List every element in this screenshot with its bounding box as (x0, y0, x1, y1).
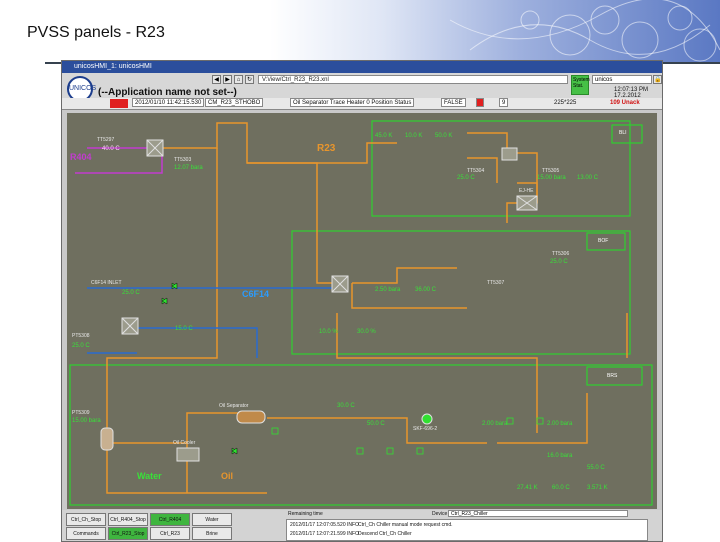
banner-decoration (449, 0, 720, 62)
lock-icon[interactable]: 🔒 (653, 75, 662, 84)
status-state-flag (476, 98, 484, 107)
tag-tt5305[interactable]: TT5305 (542, 168, 559, 174)
alarm-status-bar: 2012/01/10 11:42:15.530 CM_R23_STHOBO Oi… (62, 98, 662, 109)
alarm-indicator[interactable] (110, 99, 128, 108)
low-value-4[interactable]: 30.0 C (337, 403, 355, 409)
value-ejhe-out[interactable]: 13.00 C (577, 175, 598, 181)
c6f14-label: C6F14 (242, 289, 270, 299)
tag-tt5303[interactable]: TT5303 (174, 157, 191, 163)
oil-cooler-label: Oil Cooler (173, 440, 196, 446)
hx-bli-side (501, 147, 518, 161)
log-message: Descend Ctrl_Ch Chiller (358, 531, 412, 537)
forward-icon[interactable]: ▶ (223, 75, 232, 84)
status-device: CM_R23_STHOBO (205, 98, 264, 107)
c6f14-outlet-temp[interactable]: 25.0 C (72, 343, 90, 349)
low-value-6[interactable]: 55.0 C (587, 465, 605, 471)
oil-label: Oil (221, 471, 234, 481)
ctrl-r23-stop-button[interactable]: Ctrl_R23_Stop (108, 527, 148, 540)
status-state: FALSE (441, 98, 466, 107)
system-state-indicator[interactable]: System Stat. (571, 75, 590, 95)
reload-icon[interactable]: ↻ (245, 75, 254, 84)
low-value-3[interactable]: 50.0 C (367, 421, 385, 427)
oil-separator-label: Oil Separator (219, 403, 249, 409)
scada-window: unicosHMI_1: unicosHMI UNICOS (--Applica… (61, 60, 663, 542)
bottom-toolbar: Ctrl_Ch_Stop Ctrl_R404_Stop Ctrl_R404 Wa… (62, 510, 662, 541)
log-time: 2012/01/17 12:07:21.599 INFO (290, 531, 359, 537)
water-button[interactable]: Water (192, 513, 232, 526)
bof-label[interactable]: BOF (598, 238, 608, 244)
status-position: 225*225 (554, 100, 577, 106)
user-field[interactable]: unicos (592, 75, 652, 84)
log-time: 2012/01/17 12:07:05.520 INFO (290, 522, 359, 528)
bli-label[interactable]: BLI (619, 130, 627, 136)
brine-button[interactable]: Brine (192, 527, 232, 540)
unack-alarm-count[interactable]: 109 Unack (610, 98, 640, 109)
ctrl-ch-stop-button[interactable]: Ctrl_Ch_Stop (66, 513, 106, 526)
r23-pressure[interactable]: 12.07 bara (174, 165, 203, 171)
r404-temperature[interactable]: 40.0 C (102, 146, 120, 152)
commands-button[interactable]: Commands (66, 527, 106, 540)
ctrl-r23-button[interactable]: Ctrl_R23 (150, 527, 190, 540)
panel-path-input[interactable]: V:\/iew/Ctrl_R23_R23.xnl (258, 75, 568, 84)
c6f14-inlet-temp[interactable]: 25.0 C (122, 290, 140, 296)
tag-tt5304[interactable]: TT5304 (467, 168, 484, 174)
c6f14-inlet-label: C6F14 INLET (91, 280, 122, 286)
tag-pt5308[interactable]: PT5308 (72, 333, 90, 339)
r23-temp-2[interactable]: 10.0 K (405, 133, 422, 139)
device-label: Device (432, 511, 448, 517)
remaining-time-label: Remaining time (288, 511, 323, 517)
back-icon[interactable]: ◀ (212, 75, 221, 84)
ctrl-r404-button[interactable]: Ctrl_R404 (150, 513, 190, 526)
water-oil-frame (69, 364, 653, 506)
tag-tt5306[interactable]: TT5306 (552, 251, 569, 257)
status-description: Oil Separator Trace Heater 0 Position St… (290, 98, 415, 107)
c6f14-return-temp[interactable]: 15.0 C (175, 326, 193, 332)
ctrl-r404-stop-button[interactable]: Ctrl_R404_Stop (108, 513, 148, 526)
log-row[interactable]: 2012/01/17 12:07:05.520 INFO Ctrl_Ch Chi… (290, 522, 452, 528)
water-inlet-pressure[interactable]: 15.00 bara (72, 418, 101, 424)
tag-tt5297[interactable]: TT5297 (97, 137, 114, 143)
device-field[interactable]: Ctrl_R23_Chiller (448, 510, 628, 517)
home-icon[interactable]: ⌂ (234, 75, 243, 84)
value-c6f14-pressure[interactable]: 2.50 bara (375, 287, 400, 293)
r404-label: R404 (70, 152, 92, 162)
log-row[interactable]: 2012/01/17 12:07:21.599 INFO Descend Ctr… (290, 531, 412, 537)
app-title: (--Application name not set--) (98, 87, 237, 98)
r23-temp-3[interactable]: 50.0 K (435, 133, 452, 139)
status-datetime: 2012/01/10 11:42:15.530 (132, 98, 205, 107)
tag-tt5307[interactable]: TT5307 (487, 280, 504, 286)
value-ejhe-pressure[interactable]: 15.00 bara (537, 175, 566, 181)
low-value-1[interactable]: 2.00 bara (482, 421, 507, 427)
value-valve-2[interactable]: 30.0 % (357, 329, 376, 335)
low-value-2[interactable]: 2.00 bara (547, 421, 572, 427)
value-valve-1[interactable]: 10.0 % (319, 329, 338, 335)
header-banner-image (270, 0, 720, 62)
low-value-5[interactable]: 16.0 bara (547, 453, 572, 459)
window-titlebar: unicosHMI_1: unicosHMI (62, 61, 662, 73)
value-c6f14-temp[interactable]: 36.00 C (415, 287, 436, 293)
low-value-8[interactable]: 60.0 C (552, 485, 570, 491)
log-message: Ctrl_Ch Chiller manual mode request cmd. (358, 522, 453, 528)
low-value-9[interactable]: 3.571 K (587, 485, 608, 491)
tag-pt5309[interactable]: PT5309 (72, 410, 90, 416)
pipe-diagram (69, 120, 653, 506)
value-ejhe-temp[interactable]: 25.0 C (457, 175, 475, 181)
process-synoptic: R404 R23 C6F14 Oil Water 40.0 C 12.07 ba… (67, 113, 657, 509)
compressor-label[interactable]: SKF-696-2 (413, 426, 437, 432)
oil-cooler (176, 447, 200, 462)
r23-temp-1[interactable]: 45.0 K (375, 133, 392, 139)
bli-box (611, 124, 643, 144)
event-log-list[interactable]: 2012/01/17 12:07:05.520 INFO Ctrl_Ch Chi… (286, 519, 648, 541)
brs-label[interactable]: BRS (607, 373, 617, 379)
oil-separator-vessel (236, 410, 266, 424)
ejhe-label[interactable]: EJ-HE (519, 188, 533, 194)
water-label: Water (137, 471, 162, 481)
value-bof-temp[interactable]: 25.0 C (550, 259, 568, 265)
slide-title: PVSS panels - R23 (27, 24, 165, 41)
low-value-7[interactable]: 27.41 K (517, 485, 538, 491)
r23-label: R23 (317, 143, 336, 154)
status-value: 9 (499, 98, 509, 107)
water-tank (100, 427, 114, 451)
compressor-symbol (421, 413, 433, 425)
